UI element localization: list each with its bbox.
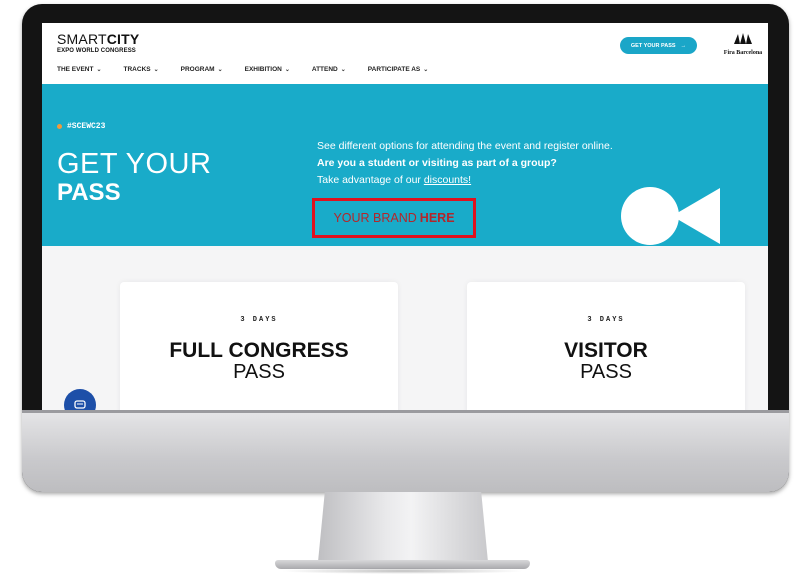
card-days: 3 DAYS: [587, 316, 625, 324]
nav-item-tracks[interactable]: TRACKS ⌄: [124, 66, 159, 73]
fira-logo-icon: [734, 33, 752, 44]
nav-item-the-event[interactable]: THE EVENT ⌄: [57, 66, 102, 73]
logo-bold-text: CITY: [106, 31, 140, 47]
hero-line-1: See different options for attending the …: [317, 140, 613, 152]
chevron-down-icon: ⌄: [96, 67, 102, 73]
hero-line-2: Are you a student or visiting as part of…: [317, 157, 557, 169]
chevron-down-icon: ⌄: [217, 67, 223, 73]
page-title: GET YOUR PASS: [57, 148, 212, 206]
chat-icon: [74, 400, 86, 409]
monitor-stand-shadow: [280, 568, 525, 574]
discounts-link[interactable]: discounts!: [424, 174, 471, 186]
nav-item-exhibition[interactable]: EXHIBITION ⌄: [245, 66, 290, 73]
hero-description: See different options for attending the …: [317, 138, 613, 189]
pass-cards-section: 3 DAYS FULL CONGRESS PASS 3 DAYS VISITOR…: [42, 246, 768, 410]
brand-placeholder-box: YOUR BRAND HERE: [312, 198, 476, 238]
monitor-stand-neck: [318, 492, 488, 562]
monitor-chin-edge: [22, 410, 789, 413]
card-subtitle: PASS: [233, 361, 285, 383]
card-days: 3 DAYS: [240, 316, 278, 324]
browser-screen: SMARTCITY EXPO WORLD CONGRESS GET YOUR P…: [42, 23, 768, 410]
circle-triangle-graphic: [621, 187, 720, 245]
hashtag-label: #SCEWC23: [57, 122, 105, 131]
hero-banner: #SCEWC23 GET YOUR PASS See different opt…: [42, 84, 768, 246]
fira-logo-text: Fira Barcelona: [723, 50, 763, 56]
full-congress-pass-card[interactable]: 3 DAYS FULL CONGRESS PASS: [120, 282, 398, 410]
hero-line-3: Take advantage of our discounts!: [317, 174, 472, 186]
brand-text: YOUR BRAND: [333, 211, 417, 225]
chevron-down-icon: ⌄: [423, 67, 429, 73]
card-subtitle: PASS: [580, 361, 632, 383]
main-nav: THE EVENT ⌄ TRACKS ⌄ PROGRAM ⌄ EXHIBITION ⌄ …: [57, 66, 450, 73]
brand-text-bold: HERE: [419, 211, 455, 225]
nav-item-program[interactable]: PROGRAM ⌄: [181, 66, 223, 73]
nav-item-attend[interactable]: ATTEND ⌄: [312, 66, 346, 73]
logo-light-text: SMART: [57, 31, 107, 47]
smartcity-logo[interactable]: SMARTCITY EXPO WORLD CONGRESS: [57, 32, 139, 54]
get-your-pass-label: GET YOUR PASS: [630, 42, 676, 49]
card-title: VISITOR: [564, 339, 648, 362]
chevron-down-icon: ⌄: [284, 67, 290, 73]
site-header: SMARTCITY EXPO WORLD CONGRESS GET YOUR P…: [42, 23, 768, 84]
arrow-right-icon: →: [680, 42, 687, 49]
chevron-down-icon: ⌄: [340, 67, 346, 73]
chevron-down-icon: ⌄: [153, 67, 159, 73]
get-your-pass-button[interactable]: GET YOUR PASS →: [620, 37, 697, 54]
monitor-frame: SMARTCITY EXPO WORLD CONGRESS GET YOUR P…: [22, 4, 789, 492]
nav-item-participate-as[interactable]: PARTICIPATE AS ⌄: [368, 66, 429, 73]
dot-icon: [57, 124, 62, 129]
monitor-chin: [22, 410, 789, 492]
fira-barcelona-logo[interactable]: Fira Barcelona: [718, 32, 768, 56]
logo-subtitle: EXPO WORLD CONGRESS: [57, 48, 136, 54]
card-title: FULL CONGRESS: [169, 339, 349, 362]
visitor-pass-card[interactable]: 3 DAYS VISITOR PASS: [467, 282, 745, 410]
